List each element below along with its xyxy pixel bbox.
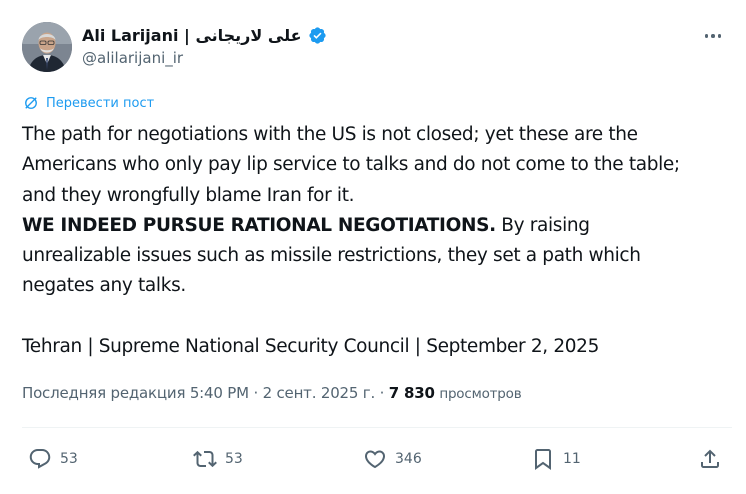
edited-timestamp[interactable]: Последняя редакция 5:40 PM · 2 сент. 202…	[22, 384, 389, 402]
translate-post-link[interactable]: Перевести пост	[22, 94, 154, 112]
tweet-bold-text: WE INDEED PURSUE RATIONAL NEGOTIATIONS.	[22, 214, 496, 236]
views-count: 7 830	[388, 384, 435, 402]
display-name[interactable]: Ali Larijani | علی لاریجانی	[82, 26, 302, 45]
tweet-text: The path for negotiations with the US is…	[22, 120, 732, 362]
user-handle[interactable]: @alilarijani_ir	[82, 49, 327, 67]
bookmark-icon	[535, 449, 551, 470]
avatar[interactable]	[22, 22, 72, 72]
repost-count: 53	[225, 451, 243, 467]
reply-icon	[29, 449, 51, 469]
repost-button[interactable]: 53	[193, 444, 243, 474]
share-icon	[701, 449, 719, 468]
like-icon	[364, 450, 386, 469]
reply-count: 53	[60, 451, 78, 467]
views-label: просмотров	[439, 386, 522, 402]
tweet-signature: Tehran | Supreme National Security Counc…	[22, 336, 600, 358]
like-count: 346	[395, 451, 422, 467]
bookmark-count: 11	[563, 451, 581, 467]
author-names: Ali Larijani | علی لاریجانی @alilarijani…	[82, 24, 327, 67]
dot	[711, 34, 715, 38]
translate-icon	[25, 97, 37, 109]
share-button[interactable]	[698, 444, 722, 474]
verified-icon[interactable]	[308, 26, 327, 45]
tweet-meta: Последняя редакция 5:40 PM · 2 сент. 202…	[22, 384, 522, 402]
reply-button[interactable]: 53	[28, 444, 78, 474]
dot	[717, 34, 722, 38]
repost-icon	[193, 450, 217, 468]
tweet-header: Ali Larijani | علی لاریجانی @alilarijani…	[22, 20, 732, 74]
divider	[22, 427, 732, 428]
action-bar: 53 53 346 11	[0, 444, 746, 474]
translate-label: Перевести пост	[46, 95, 155, 111]
dot	[704, 34, 709, 38]
display-name-row: Ali Larijani | علی لاریجانی	[82, 24, 327, 46]
avatar-image	[22, 22, 72, 72]
like-button[interactable]: 346	[363, 444, 422, 474]
more-icon[interactable]	[698, 24, 728, 48]
bookmark-button[interactable]: 11	[531, 444, 581, 474]
tweet-paragraph-1: The path for negotiations with the US is…	[22, 124, 680, 206]
